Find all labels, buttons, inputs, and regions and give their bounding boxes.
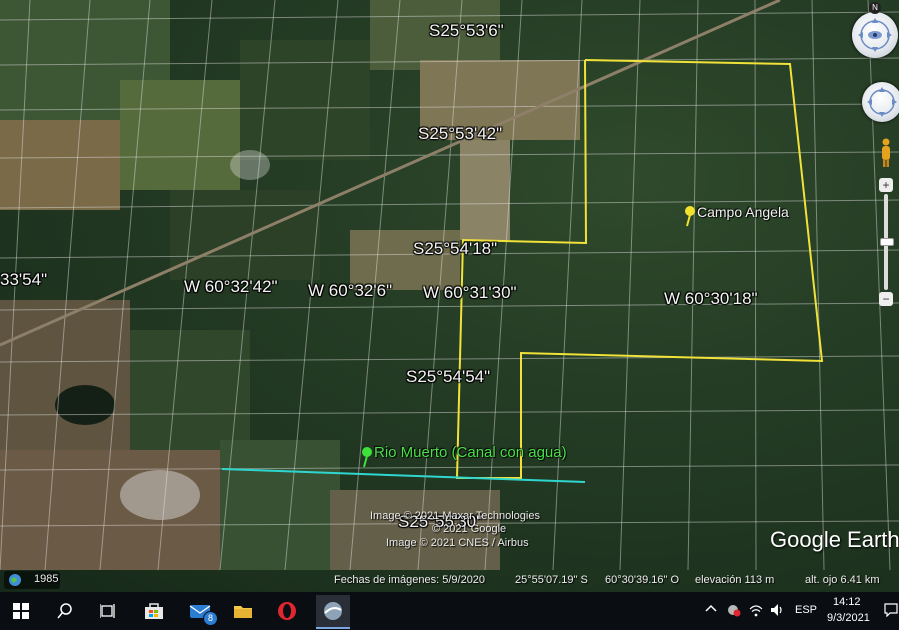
historical-year: 1985	[34, 573, 59, 585]
imagery-credit: Image © 2021 Maxar Technologies	[370, 510, 540, 522]
task-view-icon	[100, 604, 115, 618]
windows-logo-icon	[13, 603, 29, 619]
navigation-controls: N + −	[848, 0, 899, 320]
pushpin-icon	[362, 447, 372, 468]
property-boundary	[455, 59, 824, 479]
satellite-map-view[interactable]: S25°53'6" S25°53'42" S25°54'18" S25°54'5…	[0, 0, 899, 592]
grid-label-lat: S25°54'18"	[413, 239, 498, 258]
zoom-out-button[interactable]: −	[879, 292, 893, 306]
grid-label-lon: 33'54"	[0, 270, 48, 289]
file-explorer-button[interactable]	[226, 595, 260, 627]
grid-label-lon: W 60°31'30"	[423, 283, 517, 302]
pan-arrows-icon	[867, 87, 897, 117]
chat-bubble-icon	[884, 603, 898, 618]
latitude-readout: 25°55'07.19" S	[515, 574, 588, 586]
imagery-credit: Image © 2021 CNES / Airbus	[386, 537, 529, 549]
opera-browser-button[interactable]	[270, 595, 304, 627]
eye-icon	[858, 18, 892, 52]
zoom-slider[interactable]: + −	[879, 178, 894, 308]
longitude-readout: 60°30'39.16" O	[605, 574, 680, 586]
folder-icon	[234, 606, 252, 618]
grid-label-lon: W 60°32'6"	[308, 281, 393, 300]
placemark-label[interactable]: Rio Muerto (Canal con agua)	[374, 444, 567, 461]
shopping-bag-icon	[145, 603, 163, 619]
historical-imagery-button[interactable]: 1985	[4, 571, 60, 589]
google-earth-logo: Google Earth	[770, 527, 899, 552]
look-compass-control[interactable]: N	[852, 2, 898, 58]
search-icon	[57, 603, 72, 619]
wifi-tray-icon[interactable]	[749, 603, 763, 620]
placemark-campo-angela[interactable]	[682, 205, 698, 232]
google-earth-taskbar-button[interactable]	[316, 595, 350, 629]
language-indicator[interactable]: ESP	[795, 604, 817, 616]
opera-icon	[278, 602, 296, 620]
grid-label-lon: W 60°32'42"	[184, 277, 278, 296]
windows-taskbar: 8 ESP 14:12 9/3/2021	[0, 592, 899, 630]
notification-center-button[interactable]	[884, 603, 898, 620]
clock-date[interactable]: 9/3/2021	[827, 612, 870, 624]
mail-app-button[interactable]: 8	[183, 595, 218, 627]
placemark-label[interactable]: Campo Angela	[697, 204, 789, 220]
google-earth-icon	[324, 602, 342, 620]
speaker-icon	[771, 604, 782, 616]
wifi-icon	[749, 605, 763, 617]
imagery-credit: © 2021 Google	[432, 523, 507, 535]
move-control[interactable]	[862, 82, 899, 122]
shield-alert-icon	[728, 605, 741, 617]
task-view-button[interactable]	[92, 595, 126, 627]
grid-label-lon: W 60°30'18"	[664, 289, 758, 308]
search-button[interactable]	[48, 595, 82, 627]
store-app-button[interactable]	[137, 595, 171, 627]
canal-line	[221, 468, 586, 483]
globe-icon	[9, 574, 21, 586]
zoom-handle[interactable]	[880, 238, 894, 246]
show-hidden-icons-button[interactable]	[705, 603, 717, 616]
grid-label-lat: S25°53'6"	[429, 21, 504, 40]
street-view-pegman-icon[interactable]	[880, 138, 892, 168]
volume-tray-icon[interactable]	[770, 603, 784, 620]
zoom-in-button[interactable]: +	[879, 178, 893, 192]
grid-label-lat: S25°53'42"	[418, 124, 503, 143]
status-bar: 1985 Fechas de imágenes: 5/9/2020 25°55'…	[0, 570, 899, 592]
security-tray-icon[interactable]	[727, 603, 741, 620]
chevron-up-icon	[705, 604, 717, 612]
north-indicator[interactable]: N	[869, 2, 881, 14]
mail-badge: 8	[203, 611, 218, 626]
image-date: Fechas de imágenes: 5/9/2020	[334, 574, 486, 586]
placemark-rio-muerto[interactable]	[359, 446, 375, 473]
pushpin-icon	[685, 206, 695, 227]
elevation-readout: elevación 113 m	[695, 574, 775, 586]
start-button[interactable]	[4, 595, 38, 627]
google-earth-window: S25°53'6" S25°53'42" S25°54'18" S25°54'5…	[0, 0, 899, 630]
clock-time[interactable]: 14:12	[833, 596, 861, 608]
eye-altitude-readout: alt. ojo 6.41 km	[805, 574, 880, 586]
grid-label-lat: S25°54'54"	[406, 367, 491, 386]
